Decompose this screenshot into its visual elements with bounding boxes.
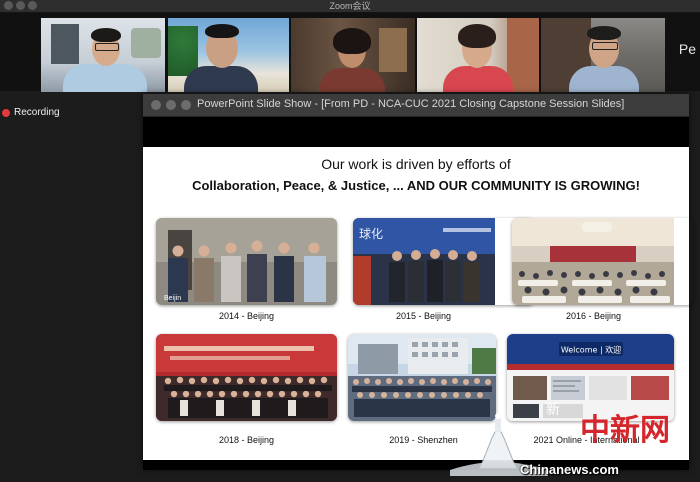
photo-banner-text: 球化 (359, 227, 383, 241)
group-photo-image: Beijin (156, 218, 337, 305)
photo-2015-beijing: 球化 (353, 218, 534, 305)
photo-caption: 2018 - Beijing (218, 435, 275, 445)
watermark-char: 新 (546, 402, 560, 418)
window-title: Zoom会议 (329, 1, 371, 11)
watermark-url: Chinanews.com (520, 462, 619, 477)
slide-subheading: Collaboration, Peace, & Justice, ... AND… (192, 178, 640, 193)
participant-tile-2[interactable] (168, 18, 289, 92)
participant-overflow-label: Pe (678, 41, 696, 57)
recording-dot-icon (2, 108, 10, 117)
participant-tile-1[interactable] (41, 18, 165, 92)
recording-indicator[interactable]: Recording (2, 107, 60, 118)
participant-tile-4[interactable] (417, 18, 539, 92)
photo-sign-text: Beijin (164, 295, 181, 302)
photo-caption: 2016 - Beijing (565, 311, 622, 321)
photo-banner-text: Welcome | 欢迎 (561, 345, 621, 355)
photo-2014-beijing: Beijin (156, 218, 337, 305)
group-photo-image: 球化 (353, 218, 495, 305)
slide-top-margin (143, 117, 689, 147)
conference-hall-image (512, 218, 674, 305)
slideshow-close-icon[interactable] (151, 100, 161, 110)
photo-caption: 2014 - Beijing (218, 311, 275, 321)
window-title-bar: Zoom会议 (0, 0, 700, 13)
slide-heading: Our work is driven by efforts of (321, 156, 511, 172)
group-photo-image (156, 334, 337, 421)
participant-tile-5[interactable] (541, 18, 665, 92)
recording-label: Recording (14, 107, 60, 118)
slideshow-title: PowerPoint Slide Show - [From PD - NCA-C… (197, 98, 625, 110)
participant-tile-3[interactable] (291, 18, 415, 92)
photo-2016-beijing (512, 218, 693, 305)
slideshow-title-bar: PowerPoint Slide Show - [From PD - NCA-C… (143, 94, 689, 117)
slideshow-minimize-icon[interactable] (166, 100, 176, 110)
photo-caption: 2015 - Beijing (395, 311, 452, 321)
watermark-brand: 中新网 (580, 413, 670, 448)
photo-2018-beijing (156, 334, 337, 421)
slideshow-zoom-icon[interactable] (181, 100, 191, 110)
participant-gallery: Pe (0, 13, 700, 92)
